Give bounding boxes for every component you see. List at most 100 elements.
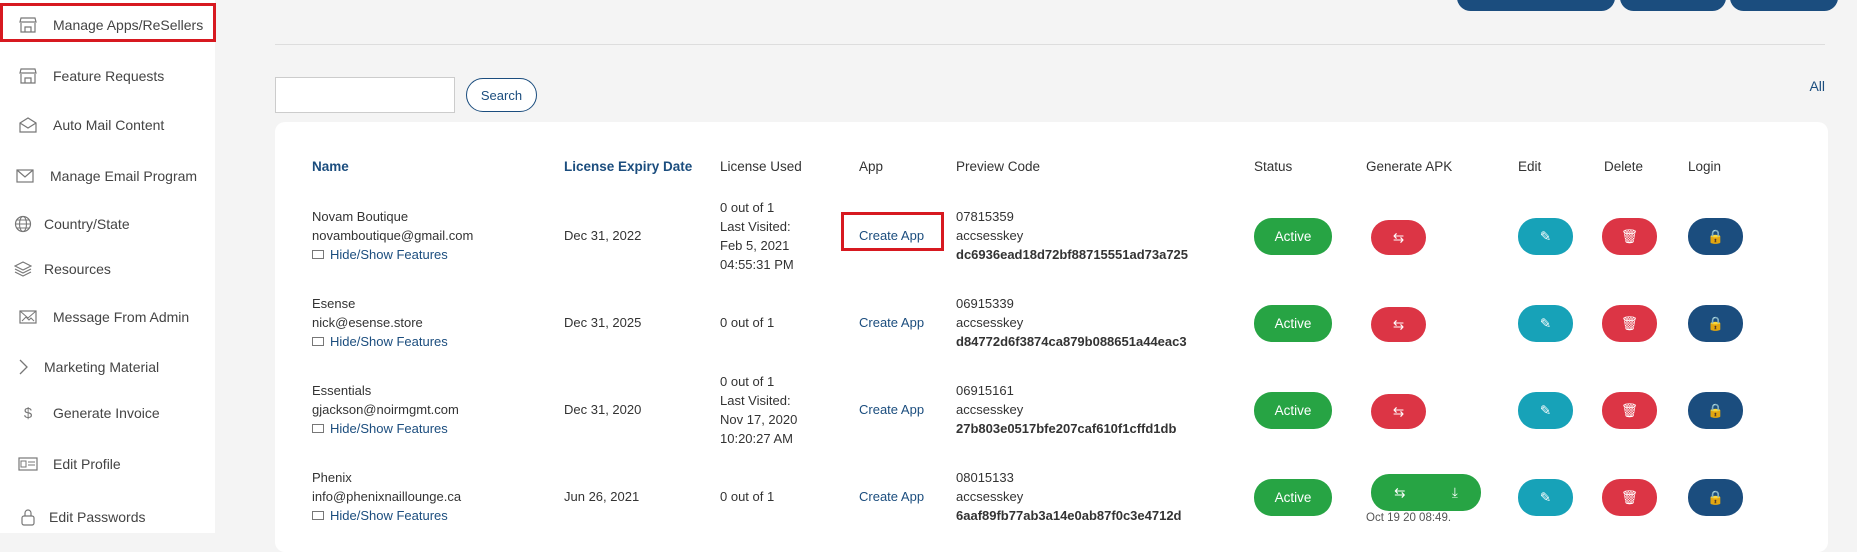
store-icon <box>17 65 39 87</box>
sidebar-item-manage-apps[interactable]: Manage Apps/ReSellers <box>0 3 215 47</box>
last-visited-time: 04:55:31 PM <box>720 257 794 272</box>
hide-show-features-link[interactable]: Hide/Show Features <box>312 419 459 438</box>
edit-button[interactable]: ✎ <box>1518 479 1573 516</box>
last-visited-label: Last Visited: <box>720 219 791 234</box>
column-header-generate-apk: Generate APK <box>1366 159 1453 174</box>
hide-show-features-link[interactable]: Hide/Show Features <box>312 506 461 525</box>
create-app-link[interactable]: Create App <box>859 313 924 332</box>
sidebar-item-label: Marketing Material <box>44 359 160 375</box>
hide-show-features-label: Hide/Show Features <box>330 508 448 523</box>
sidebar-item-message-admin[interactable]: Message From Admin <box>0 295 215 339</box>
create-app-link[interactable]: Create App <box>859 226 924 245</box>
lock-icon: 🔒 <box>1707 228 1724 244</box>
license-used: 0 out of 1 <box>720 487 774 506</box>
download-icon[interactable]: ⤓ <box>1452 485 1458 501</box>
last-visited-time: 10:20:27 AM <box>720 431 793 446</box>
main-content: Search All <box>215 0 1857 552</box>
status-badge[interactable]: Active <box>1254 305 1332 342</box>
generate-apk-button[interactable]: ⇆ <box>1371 307 1426 342</box>
preview-code: 08015133 accsesskey 6aaf89fb77ab3a14e0ab… <box>956 468 1182 525</box>
last-visited-date: Nov 17, 2020 <box>720 412 798 427</box>
generate-apk-button[interactable]: ⇆ <box>1371 394 1426 429</box>
sidebar-item-marketing[interactable]: Marketing Material <box>0 345 215 389</box>
license-used-count: 0 out of 1 <box>720 200 775 215</box>
last-visited-label: Last Visited: <box>720 393 791 408</box>
column-header-app: App <box>859 159 884 174</box>
reseller-email: gjackson@noirmgmt.com <box>312 402 459 417</box>
license-used: 0 out of 1 Last Visited: Feb 5, 2021 04:… <box>720 198 794 274</box>
reseller-name: Essentials <box>312 383 372 398</box>
sidebar-item-manage-email[interactable]: Manage Email Program <box>0 154 215 198</box>
trash-icon: 🗑 <box>1620 402 1639 418</box>
status-badge[interactable]: Active <box>1254 218 1332 255</box>
create-app-link[interactable]: Create App <box>859 487 924 506</box>
license-used-count: 0 out of 1 <box>720 374 775 389</box>
sidebar-item-label: Message From Admin <box>53 309 190 325</box>
store-icon <box>17 14 39 36</box>
sidebar-item-label: Feature Requests <box>53 68 165 84</box>
license-used: 0 out of 1 <box>720 313 774 332</box>
table-row-name-cell: Phenix info@phenixnaillounge.ca Hide/Sho… <box>312 468 461 525</box>
sidebar-item-edit-passwords[interactable]: Edit Passwords <box>0 495 215 539</box>
trash-icon: 🗑 <box>1620 228 1639 244</box>
preview-code-number: 06915161 <box>956 383 1014 398</box>
create-app-link[interactable]: Create App <box>859 400 924 419</box>
login-button[interactable]: 🔒 <box>1688 218 1743 255</box>
table-row-name-cell: Esense nick@esense.store Hide/Show Featu… <box>312 294 448 351</box>
column-header-edit: Edit <box>1518 159 1542 174</box>
hide-show-features-label: Hide/Show Features <box>330 334 448 349</box>
all-filter-link[interactable]: All <box>1809 78 1825 94</box>
login-button[interactable]: 🔒 <box>1688 479 1743 516</box>
column-header-expiry[interactable]: License Expiry Date <box>564 159 692 174</box>
trash-icon: 🗑 <box>1620 315 1639 331</box>
login-button[interactable]: 🔒 <box>1688 305 1743 342</box>
sidebar-item-country-state[interactable]: Country/State <box>0 202 215 246</box>
refresh-icon[interactable]: ⇆ <box>1394 485 1405 501</box>
hide-show-features-link[interactable]: Hide/Show Features <box>312 332 448 351</box>
reseller-email: novamboutique@gmail.com <box>312 228 474 243</box>
last-visited-date: Feb 5, 2021 <box>720 238 790 253</box>
mail-icon <box>14 165 36 187</box>
reseller-email: info@phenixnaillounge.ca <box>312 489 462 504</box>
status-badge[interactable]: Active <box>1254 392 1332 429</box>
generate-apk-button-group: ⇆ ⤓ <box>1371 474 1481 511</box>
sidebar-item-resources[interactable]: Resources <box>0 247 215 291</box>
expiry-date: Dec 31, 2022 <box>564 228 642 243</box>
top-action-button[interactable] <box>1620 0 1726 11</box>
edit-button[interactable]: ✎ <box>1518 392 1573 429</box>
hide-show-features-link[interactable]: Hide/Show Features <box>312 245 473 264</box>
top-action-button[interactable] <box>1457 0 1615 11</box>
layers-icon <box>12 258 34 280</box>
sidebar-item-label: Manage Email Program <box>50 168 198 184</box>
reseller-name: Esense <box>312 296 356 311</box>
mail-image-icon <box>17 306 39 328</box>
delete-button[interactable]: 🗑 <box>1602 218 1657 255</box>
search-input[interactable] <box>275 77 455 113</box>
sidebar-item-feature-requests[interactable]: Feature Requests <box>0 54 215 98</box>
sidebar: Manage Apps/ReSellers Feature Requests A… <box>0 0 215 533</box>
expiry-date: Dec 31, 2025 <box>564 315 642 330</box>
sidebar-item-edit-profile[interactable]: Edit Profile <box>0 442 215 486</box>
delete-button[interactable]: 🗑 <box>1602 479 1657 516</box>
mail-open-icon <box>17 114 39 136</box>
preview-code: 06915161 accsesskey 27b803e0517bfe207caf… <box>956 381 1176 438</box>
refresh-icon: ⇆ <box>1392 229 1405 245</box>
edit-button[interactable]: ✎ <box>1518 305 1573 342</box>
delete-button[interactable]: 🗑 <box>1602 392 1657 429</box>
top-action-button[interactable] <box>1730 0 1838 11</box>
sidebar-item-auto-mail[interactable]: Auto Mail Content <box>0 103 215 147</box>
delete-button[interactable]: 🗑 <box>1602 305 1657 342</box>
access-key-label: accsesskey <box>956 489 1024 504</box>
status-badge[interactable]: Active <box>1254 479 1332 516</box>
login-button[interactable]: 🔒 <box>1688 392 1743 429</box>
sidebar-item-invoice[interactable]: $ Generate Invoice <box>0 391 215 435</box>
generate-apk-button[interactable]: ⇆ <box>1371 220 1426 255</box>
sidebar-item-label: Manage Apps/ReSellers <box>53 17 204 33</box>
search-button[interactable]: Search <box>466 78 537 112</box>
column-header-name[interactable]: Name <box>312 159 349 174</box>
column-header-license-used: License Used <box>720 159 802 174</box>
reseller-email: nick@esense.store <box>312 315 423 330</box>
table-row-name-cell: Novam Boutique novamboutique@gmail.com H… <box>312 207 473 264</box>
edit-button[interactable]: ✎ <box>1518 218 1573 255</box>
license-used-count: 0 out of 1 <box>720 315 775 330</box>
